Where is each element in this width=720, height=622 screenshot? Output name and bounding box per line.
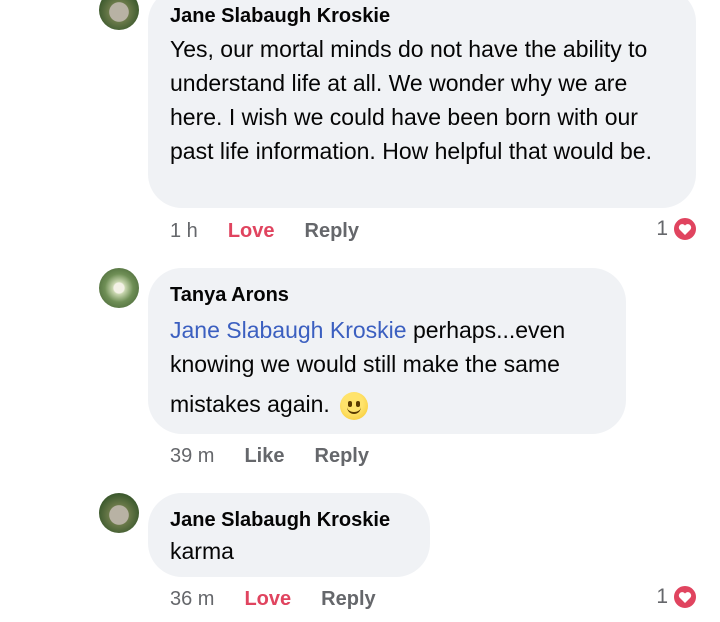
reaction-count: 1 [656, 585, 668, 608]
comment-bubble: Tanya Arons Jane Slabaugh Kroskie perhap… [148, 268, 626, 434]
comment-author[interactable]: Jane Slabaugh Kroskie [170, 508, 408, 532]
heart-icon [672, 584, 698, 610]
like-button[interactable]: Like [244, 444, 284, 468]
comment-author[interactable]: Jane Slabaugh Kroskie [170, 4, 674, 28]
avatar[interactable] [99, 268, 139, 308]
comment-timestamp[interactable]: 39 m [170, 444, 214, 468]
slightly-smiling-emoji-icon [339, 391, 368, 420]
comment-bubble: Jane Slabaugh Kroskie Yes, our mortal mi… [148, 0, 696, 208]
mention-link[interactable]: Jane Slabaugh Kroskie [170, 317, 407, 343]
comment-actions: 36 m Love Reply [170, 587, 406, 611]
reply-button[interactable]: Reply [315, 444, 369, 468]
reaction-count: 1 [656, 217, 668, 240]
comment-actions: 39 m Like Reply [170, 444, 399, 468]
reply-button[interactable]: Reply [321, 587, 375, 611]
love-button[interactable]: Love [244, 587, 291, 611]
comment-author[interactable]: Tanya Arons [170, 283, 604, 307]
comment-text: Jane Slabaugh Kroskie perhaps...even kno… [170, 313, 604, 427]
reply-button[interactable]: Reply [305, 219, 359, 243]
avatar[interactable] [99, 0, 139, 30]
avatar[interactable] [99, 493, 139, 533]
love-button[interactable]: Love [228, 219, 275, 243]
comment-text: Yes, our mortal minds do not have the ab… [170, 36, 652, 164]
comment-actions: 1 h Love Reply [170, 219, 389, 243]
comment-timestamp[interactable]: 1 h [170, 219, 198, 243]
heart-icon [672, 216, 698, 242]
comment-timestamp[interactable]: 36 m [170, 587, 214, 611]
reaction-summary[interactable]: 1 [656, 216, 698, 242]
comment-text: karma [170, 538, 234, 564]
comment-bubble: Jane Slabaugh Kroskie karma [148, 493, 430, 577]
reaction-summary[interactable]: 1 [656, 584, 698, 610]
